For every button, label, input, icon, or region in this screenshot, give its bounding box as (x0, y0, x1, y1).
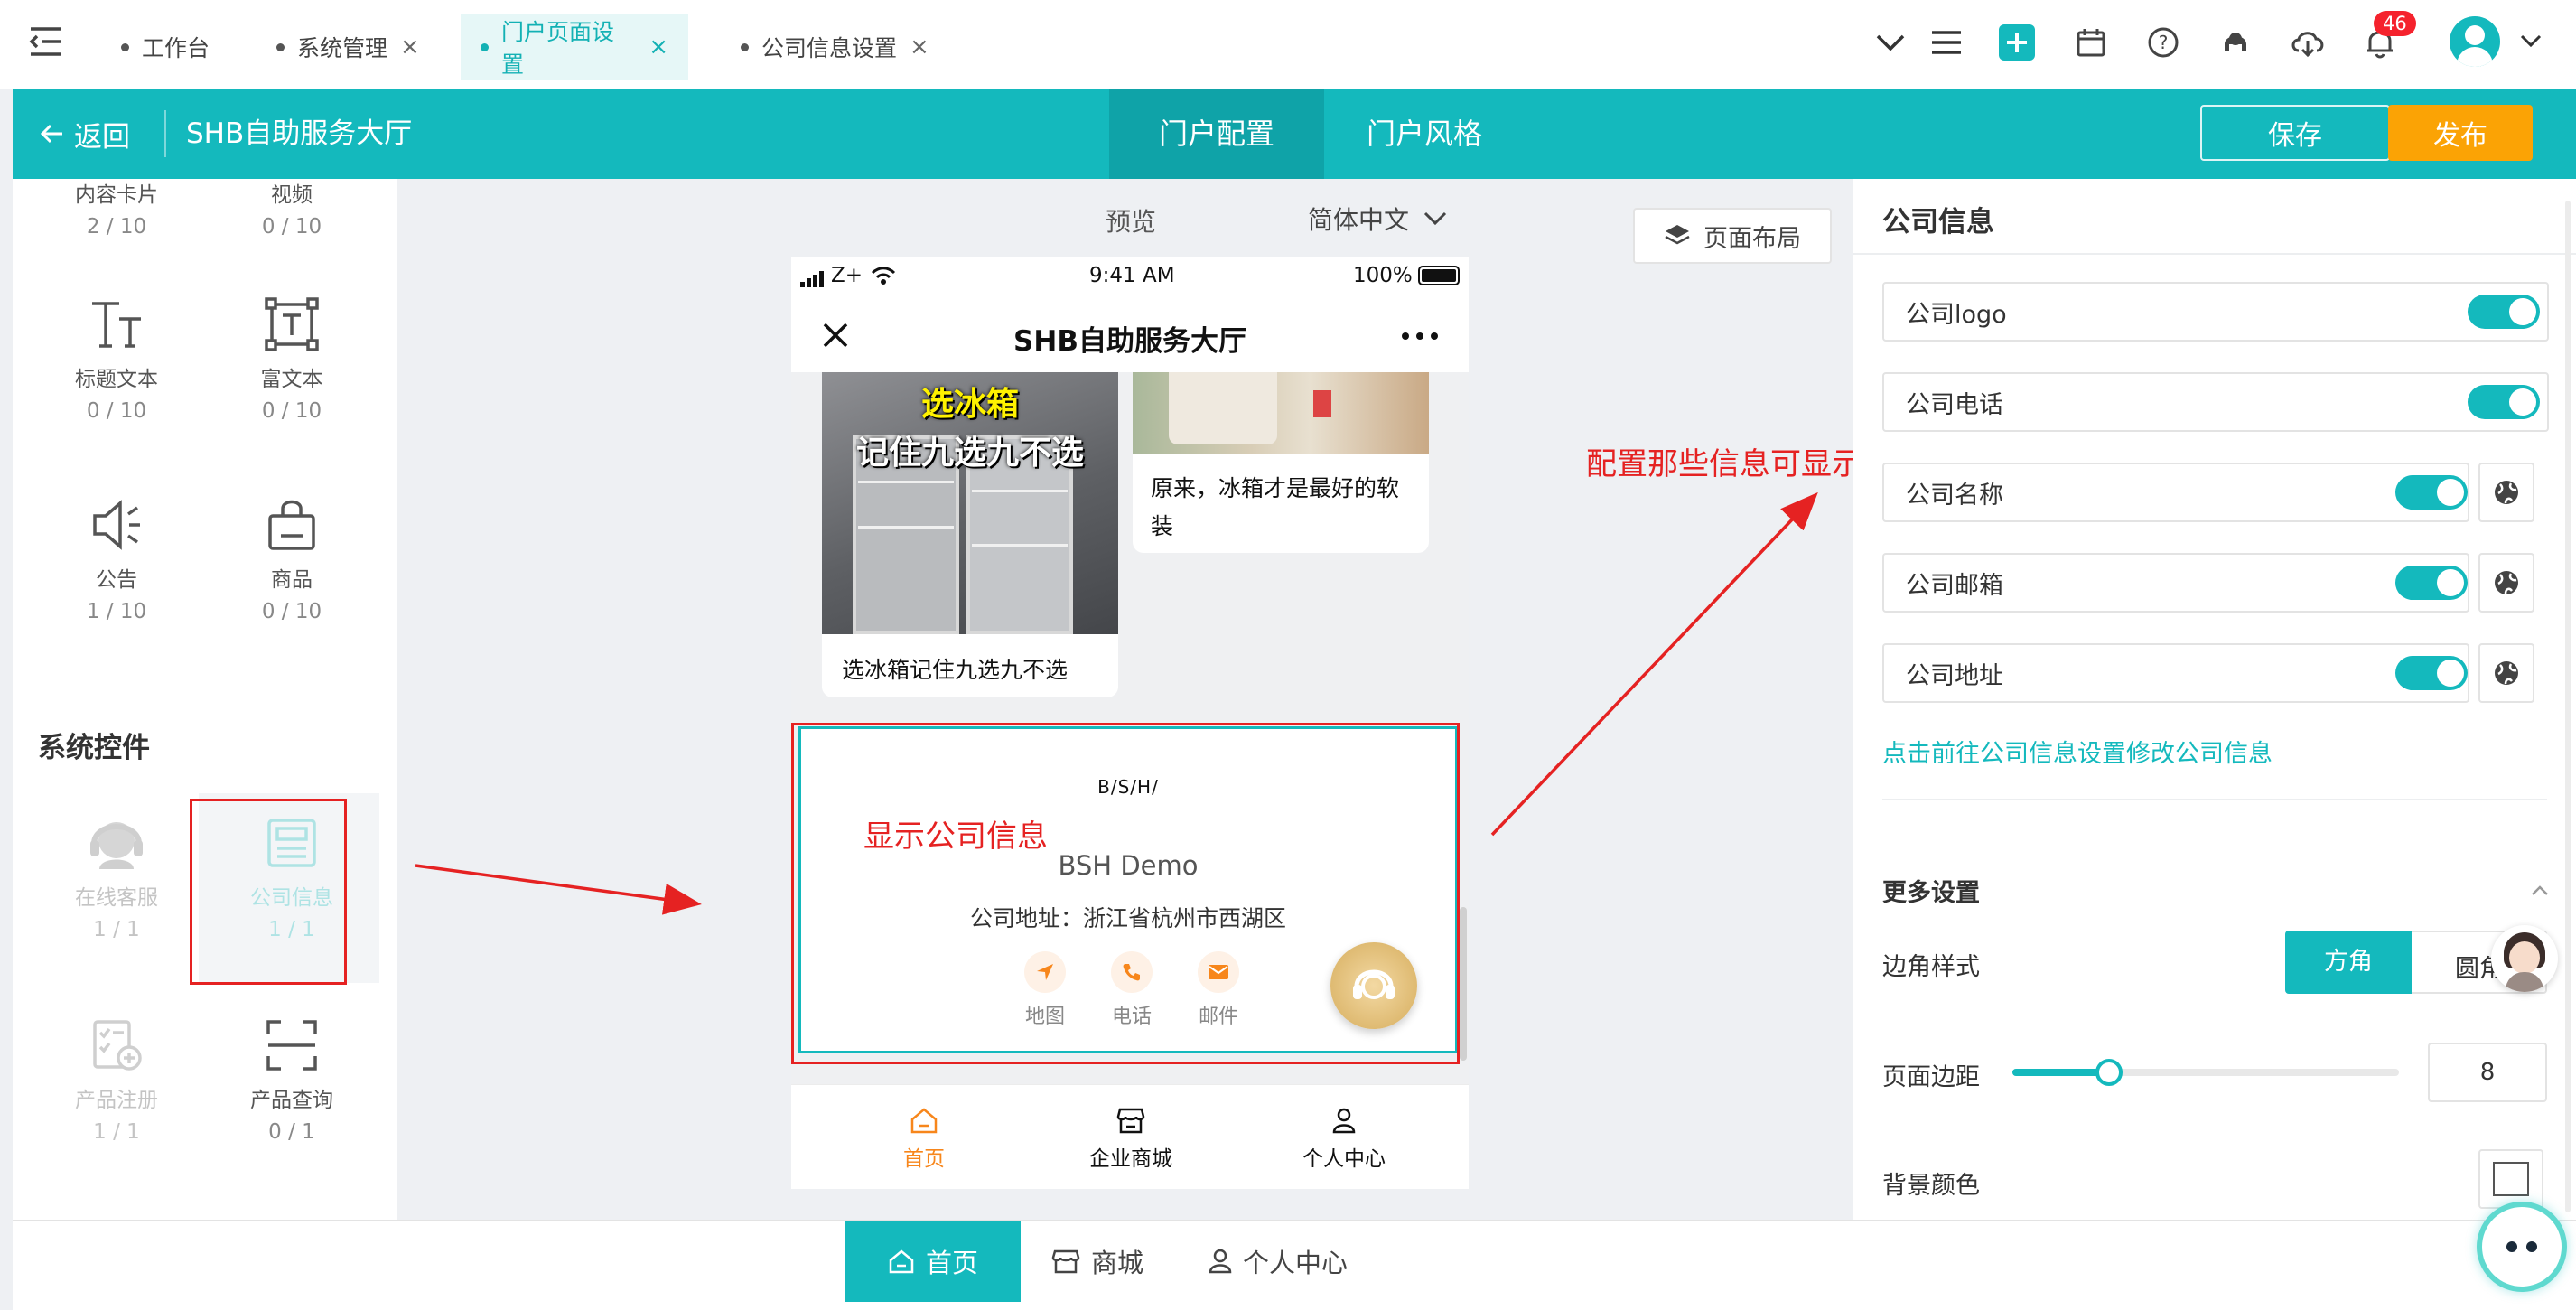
nav-label: 商城 (1091, 1248, 1144, 1278)
globe-icon[interactable] (2478, 553, 2534, 613)
nav-label: 首页 (925, 1248, 978, 1278)
field-label: 公司电话 (1906, 390, 2003, 419)
shop-icon (1051, 1249, 1080, 1274)
chat-bot-icon[interactable] (2477, 1202, 2567, 1292)
panel-divider (1853, 253, 2576, 255)
background-color-picker[interactable] (2478, 1149, 2543, 1209)
annotation-arrow-right (1490, 491, 1818, 837)
slider-handle[interactable] (2095, 1059, 2123, 1086)
page-margin-slider[interactable] (2012, 1059, 2399, 1086)
corner-style-label: 边角样式 (1882, 953, 1980, 981)
field-company-phone: 公司电话 (1882, 372, 2549, 432)
toggle-switch[interactable] (2395, 475, 2468, 510)
more-settings-title: 更多设置 (1882, 879, 1980, 907)
user-icon (1209, 1249, 1232, 1274)
field-label: 公司名称 (1906, 481, 2003, 510)
properties-panel: 公司信息 公司logo 公司电话 公司名称 公司邮箱 公司地址 点击前往公司信息… (1853, 179, 2576, 1220)
slider-fill (2012, 1069, 2109, 1076)
toggle-switch[interactable] (2468, 295, 2540, 329)
chevron-up-icon (2532, 885, 2548, 895)
assistant-avatar[interactable] (2491, 925, 2558, 992)
bottom-nav-user[interactable]: 个人中心 (1209, 1221, 1348, 1302)
bottom-nav: 首页 商城 个人中心 (13, 1220, 2576, 1310)
field-company-address: 公司地址 (1882, 643, 2469, 703)
globe-icon[interactable] (2478, 643, 2534, 703)
toggle-switch[interactable] (2395, 566, 2468, 600)
panel-divider (1882, 799, 2547, 800)
field-company-email: 公司邮箱 (1882, 553, 2469, 613)
field-company-name: 公司名称 (1882, 463, 2469, 522)
company-info-settings-link[interactable]: 点击前往公司信息设置修改公司信息 (1882, 734, 2273, 769)
more-settings-header[interactable]: 更多设置 (1882, 873, 2549, 909)
annotation-arrow-left (415, 864, 702, 915)
page-margin-label: 页面边距 (1882, 1063, 1980, 1091)
bottom-nav-shop[interactable]: 商城 (1051, 1221, 1143, 1302)
corner-square-button[interactable]: 方角 (2285, 931, 2412, 994)
globe-icon[interactable] (2478, 463, 2534, 522)
nav-label: 个人中心 (1243, 1248, 1349, 1278)
field-label: 公司地址 (1906, 661, 2003, 690)
right-scrollbar[interactable] (2565, 201, 2571, 1212)
panel-title: 公司信息 (1882, 206, 1994, 239)
page-margin-input[interactable]: 8 (2428, 1043, 2547, 1102)
bottom-nav-home[interactable]: 首页 (845, 1221, 1021, 1302)
field-label: 公司邮箱 (1906, 571, 2003, 600)
toggle-switch[interactable] (2395, 656, 2468, 690)
field-label: 公司logo (1906, 300, 2007, 329)
background-color-label: 背景颜色 (1882, 1172, 1980, 1200)
home-icon (889, 1249, 914, 1274)
toggle-switch[interactable] (2468, 385, 2540, 419)
field-company-logo: 公司logo (1882, 282, 2549, 342)
